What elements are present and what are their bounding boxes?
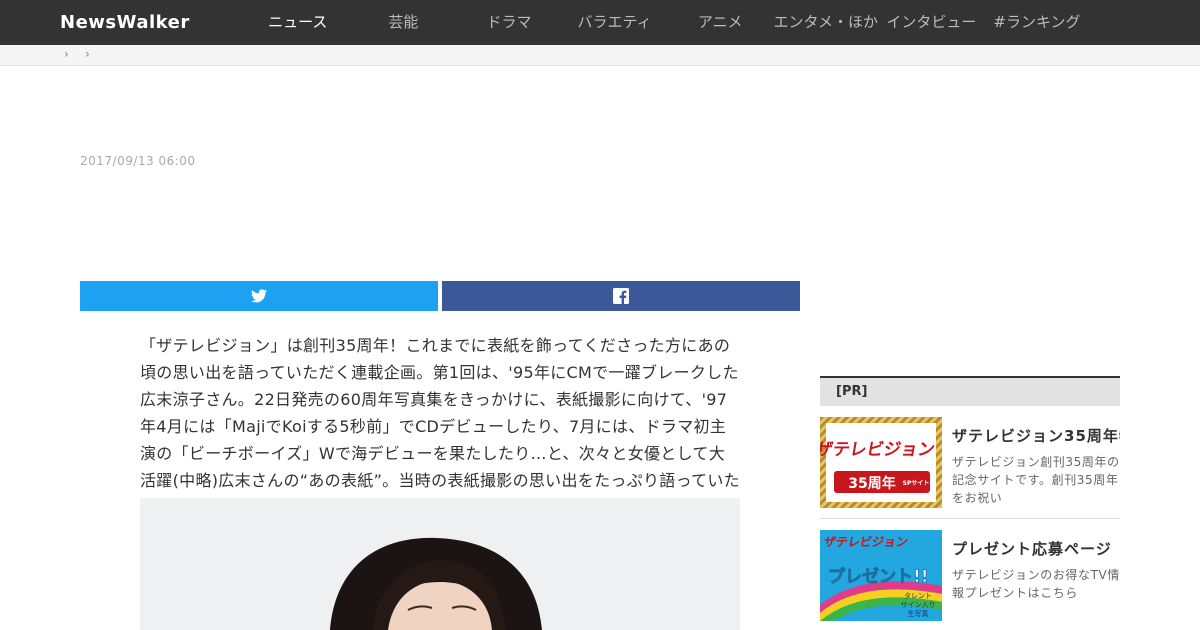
nav-item-entame[interactable]: エンタメ・ほか: [773, 0, 879, 45]
pr-thumbnail: ザテレビジョン プレゼント!! タレント サイン入り 生写真: [820, 530, 942, 621]
facebook-icon: [613, 288, 629, 304]
article-date: 2017/09/13 06:00: [80, 154, 196, 168]
portrait-image: [140, 498, 740, 630]
nav-item-geinou[interactable]: 芸能: [351, 0, 457, 45]
pr-item-35th-anniversary[interactable]: ザテレビジョン 35周年 SPサイト ザテレビジョン35周年特 ザテレビジョン創…: [820, 417, 1120, 509]
nav-item-interview[interactable]: インタビュー: [879, 0, 985, 45]
site-logo[interactable]: NewsWalker: [60, 0, 190, 45]
thumb-logo-text: ザテレビジョン: [823, 534, 910, 549]
breadcrumb-separator: ›: [64, 47, 69, 61]
nav-item-drama[interactable]: ドラマ: [456, 0, 562, 45]
nav-item-anime[interactable]: アニメ: [667, 0, 773, 45]
nav-item-variety[interactable]: バラエティ: [562, 0, 668, 45]
pr-thumbnail: ザテレビジョン 35周年 SPサイト: [820, 417, 942, 508]
pr-header: [PR]: [820, 376, 1120, 406]
pr-item-title: プレゼント応募ページ: [952, 540, 1112, 558]
thumb-logo-text: ザテレビジョン: [820, 440, 936, 460]
pr-item-desc: ザテレビジョンのお得なTV情報プレゼントはこちら: [952, 568, 1120, 600]
sidebar-divider: [820, 518, 1120, 519]
pr-item-present[interactable]: ザテレビジョン プレゼント!! タレント サイン入り 生写真 プレゼント応募ペー…: [820, 530, 1120, 622]
breadcrumb: › ›: [0, 45, 1200, 66]
thumb-sub-text: サイン入り: [901, 601, 936, 609]
nav-item-ranking[interactable]: #ランキング: [984, 0, 1090, 45]
pr-item-desc: ザテレビジョン創刊35周年の記念サイトです。創刊35周年をお祝い: [952, 455, 1120, 505]
twitter-share-button[interactable]: [80, 281, 438, 311]
main-nav: ニュース 芸能 ドラマ バラエティ アニメ エンタメ・ほか インタビュー #ラン…: [245, 0, 1090, 45]
top-navigation-bar: NewsWalker ニュース 芸能 ドラマ バラエティ アニメ エンタメ・ほか…: [0, 0, 1200, 45]
article-photo: [140, 498, 740, 630]
thumb-sub-text: 生写真: [908, 609, 929, 618]
twitter-icon: [251, 289, 267, 303]
nav-item-news[interactable]: ニュース: [245, 0, 351, 45]
thumb-present-text: プレゼント!!: [828, 566, 929, 587]
thumb-sp-text: SPサイト: [903, 480, 930, 487]
pr-item-title: ザテレビジョン35周年特: [952, 427, 1120, 445]
thumb-anniv-text: 35周年: [848, 475, 895, 492]
facebook-share-button[interactable]: [442, 281, 800, 311]
thumb-sub-text: タレント: [904, 591, 932, 600]
breadcrumb-separator: ›: [85, 47, 90, 61]
